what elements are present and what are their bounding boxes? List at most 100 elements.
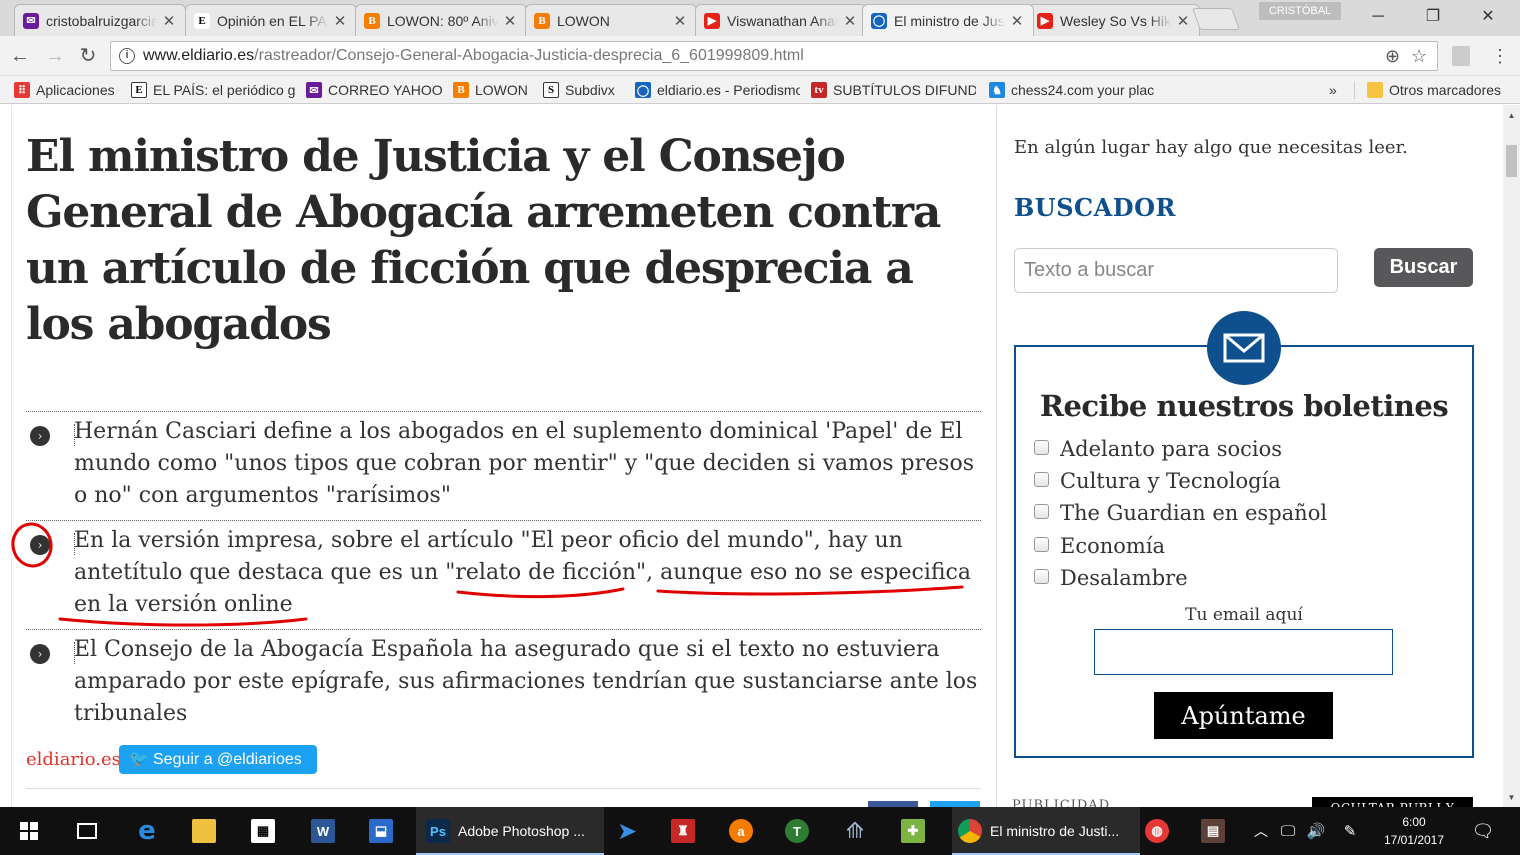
checkbox[interactable] — [1034, 568, 1049, 584]
email-label: Tu email aquí — [1185, 605, 1303, 625]
file-explorer-icon[interactable] — [187, 807, 221, 855]
twitter-follow-button[interactable]: 🐦 Seguir a @eldiarioes — [119, 745, 317, 774]
hide-ads-button[interactable]: OCULTAR PUBLI Y — [1312, 797, 1473, 807]
taskbar-app-chrome[interactable]: El ministro de Justi... — [952, 807, 1140, 855]
extension-icon[interactable] — [1452, 46, 1470, 66]
blogger-icon: B — [453, 82, 469, 98]
subscribe-button[interactable]: Apúntame — [1154, 692, 1333, 739]
tab[interactable]: B LOWON ✕ — [525, 4, 697, 36]
bookmark[interactable]: E EL PAÍS: el periódico global — [131, 80, 296, 100]
tab[interactable]: ✉ cristobalruizgarcia@yahoo.es✕ — [14, 4, 186, 36]
email-field[interactable] — [1094, 629, 1393, 675]
bookmarks-overflow-button[interactable]: » — [1329, 80, 1343, 100]
reload-icon[interactable]: ↻ — [76, 45, 100, 67]
window-close-icon[interactable]: ✕ — [1468, 4, 1508, 30]
newsletter-option[interactable]: Adelanto para socios — [1034, 436, 1282, 462]
tab-strip: ✉cristobalruizgarcia@yahoo.es✕EOpinión e… — [0, 0, 1520, 36]
avast-icon[interactable]: a — [724, 807, 758, 855]
chess24-icon: ♞ — [989, 82, 1005, 98]
zoom-icon[interactable]: ⊕ — [1385, 42, 1400, 70]
tab[interactable]: E Opinión en EL PAÍS ✕ — [185, 4, 357, 36]
chrome-icon — [958, 819, 982, 843]
word-icon[interactable]: W — [306, 807, 340, 855]
pen-icon[interactable]: ✎ — [1338, 807, 1362, 855]
taskbar-app-photoshop[interactable]: Ps Adobe Photoshop ... — [416, 807, 604, 855]
newsletter-option-label: Desalambre — [1060, 566, 1188, 590]
new-tab-button[interactable] — [1191, 8, 1241, 30]
media-app-icon[interactable]: ▤ — [1196, 807, 1230, 855]
newsletter-option[interactable]: Desalambre — [1034, 565, 1188, 591]
bookmark[interactable]: B LOWON — [453, 80, 528, 100]
checkbox[interactable] — [1034, 536, 1049, 552]
other-bookmarks[interactable]: Otros marcadores — [1367, 80, 1501, 100]
tab-close-icon[interactable]: ✕ — [1175, 12, 1191, 30]
search-button[interactable]: Buscar — [1374, 248, 1473, 287]
bookmark[interactable]: S Subdivx — [543, 80, 615, 100]
column-divider — [996, 105, 997, 807]
scroll-down-icon[interactable]: ▼ — [1503, 791, 1520, 805]
checkbox[interactable] — [1034, 471, 1049, 487]
brand-link[interactable]: eldiario.es — [26, 749, 121, 770]
bookmark[interactable]: ⠿ Aplicaciones — [14, 80, 115, 100]
yahoo-mail-icon: ✉ — [306, 82, 322, 98]
minimize-icon[interactable]: ─ — [1358, 4, 1398, 30]
task-view-icon[interactable] — [70, 807, 104, 855]
tab-label: Viswanathan Anand — [727, 12, 838, 29]
tab[interactable]: ▶ Viswanathan Anand✕ — [695, 4, 867, 36]
tab-close-icon[interactable]: ✕ — [161, 12, 177, 30]
clock-time: 6:00 — [1402, 815, 1426, 829]
scrollbar-thumb[interactable] — [1506, 145, 1517, 177]
newsletter-option[interactable]: Economía — [1034, 533, 1165, 559]
app-arrow-icon[interactable]: ➤ — [610, 807, 644, 855]
forward-icon[interactable]: → — [43, 45, 67, 67]
edge-icon[interactable]: e — [130, 807, 164, 855]
back-icon[interactable]: ← — [8, 45, 32, 67]
bookmark[interactable]: ✉ CORREO YAHOO — [306, 80, 443, 100]
newsletter-option[interactable]: The Guardian en español — [1034, 500, 1327, 526]
network-app-icon[interactable]: ⟰ — [838, 807, 872, 855]
restore-icon[interactable]: ❐ — [1413, 4, 1453, 30]
tab-close-icon[interactable]: ✕ — [842, 12, 858, 30]
tray-chevron-icon[interactable]: ︿ — [1250, 807, 1272, 855]
photoshop-icon: Ps — [426, 819, 450, 843]
system-clock[interactable]: 6:00 17/01/2017 — [1374, 813, 1454, 849]
store-icon[interactable]: ▦ — [246, 807, 280, 855]
checkbox[interactable] — [1034, 439, 1049, 455]
site-info-icon[interactable]: i — [119, 48, 135, 64]
tab-close-icon[interactable]: ✕ — [332, 12, 348, 30]
green-t-app-icon[interactable]: T — [780, 807, 814, 855]
newsletter-option[interactable]: Cultura y Tecnología — [1034, 468, 1281, 494]
menu-icon[interactable]: ⋮ — [1488, 45, 1512, 67]
address-bar[interactable]: i www.eldiario.es/rastreador/Consejo-Gen… — [110, 41, 1438, 71]
windows-start-icon[interactable] — [12, 807, 46, 855]
ad-label: PUBLICIDAD — [1012, 798, 1111, 807]
bookmark-label: Subdivx — [565, 82, 615, 98]
page-scrollbar[interactable]: ▲ ▼ — [1503, 105, 1520, 807]
tv-icon: tv — [811, 82, 827, 98]
tab[interactable]: ▶ Wesley So Vs Hikaru✕ — [1028, 4, 1200, 36]
bookmark-star-icon[interactable]: ☆ — [1411, 42, 1427, 70]
tab-close-icon[interactable]: ✕ — [502, 12, 518, 30]
tab[interactable]: B LOWON: 80º Aniversario✕ — [355, 4, 527, 36]
pdf-tool-icon[interactable]: ⬓ — [364, 807, 398, 855]
divider — [26, 788, 981, 789]
search-input[interactable] — [1014, 248, 1338, 293]
tab-close-icon[interactable]: ✕ — [672, 12, 688, 30]
taskbar-app-label: El ministro de Justi... — [990, 823, 1120, 839]
tab-close-icon[interactable]: ✕ — [1009, 12, 1025, 30]
bookmark[interactable]: tv SUBTÍTULOS DIFUNDIDOS — [811, 80, 976, 100]
network-tray-icon[interactable]: 🖵 — [1276, 807, 1300, 855]
basketball-app-icon[interactable]: ◍ — [1140, 807, 1174, 855]
puzzle-app-icon[interactable]: ✚ — [896, 807, 930, 855]
bookmark[interactable]: ♞ chess24.com your place — [989, 80, 1154, 100]
notifications-icon[interactable]: 🗨 — [1466, 807, 1500, 855]
tab[interactable]: ◯ El ministro de Justicia✕ — [862, 4, 1034, 36]
volume-icon[interactable]: 🔊 — [1304, 807, 1328, 855]
eldiario-icon: ◯ — [871, 12, 887, 29]
profile-button[interactable]: CRISTÓBAL — [1259, 2, 1341, 20]
twitter-bird-icon: 🐦 — [129, 751, 149, 768]
scroll-up-icon[interactable]: ▲ — [1503, 109, 1520, 123]
chess-app-icon[interactable]: ♜ — [666, 807, 700, 855]
bookmark[interactable]: ◯ eldiario.es - Periodismo — [635, 80, 800, 100]
checkbox[interactable] — [1034, 503, 1049, 519]
